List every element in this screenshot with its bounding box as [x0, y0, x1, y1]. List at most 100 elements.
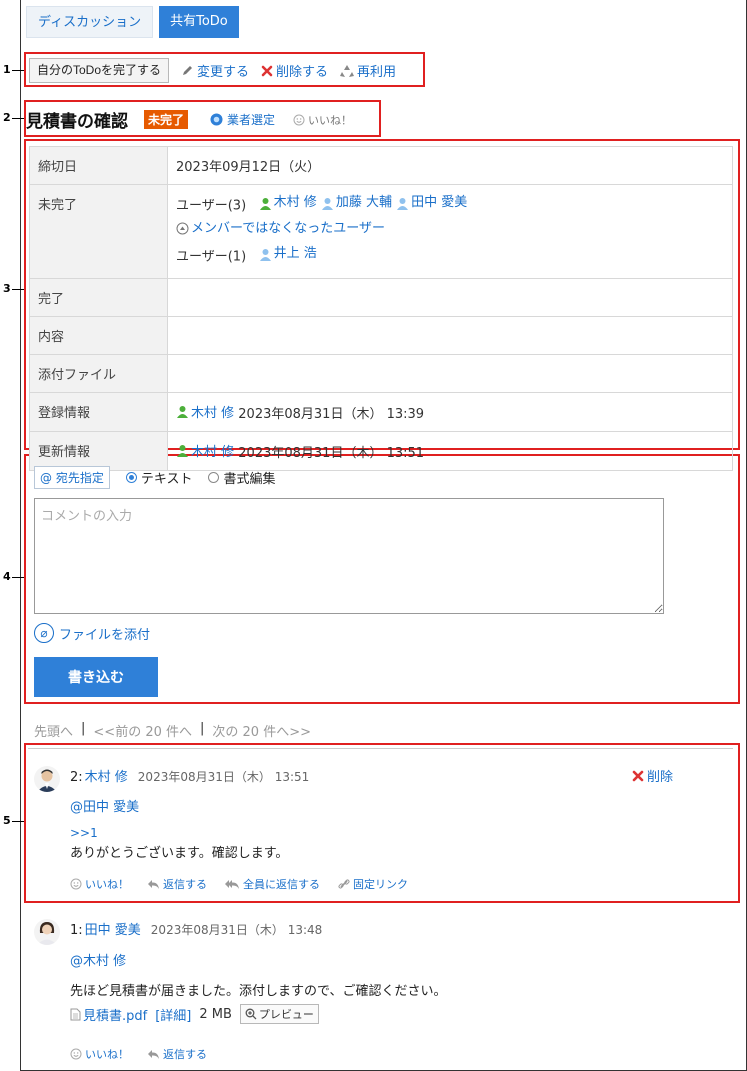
post-delete-label: 削除	[647, 770, 674, 785]
complete-my-todo-button[interactable]: 自分のToDoを完了する	[29, 58, 170, 83]
radio-text[interactable]: テキスト	[125, 468, 192, 487]
post-number: 1:	[70, 923, 83, 938]
attach-file-link[interactable]: ⌀ ファイルを添付	[34, 623, 150, 643]
file-size: 2 MB	[199, 1006, 232, 1022]
like-button[interactable]: いいね！	[70, 876, 129, 892]
deadline-row: 締切日 2023年09月12日（火）	[29, 146, 733, 185]
user-name: 木村 修	[273, 195, 317, 210]
pager-separator: |	[81, 721, 86, 736]
user-link[interactable]: 加藤 大輔	[321, 192, 392, 214]
incomplete-label: 未完了	[29, 184, 168, 279]
file-link[interactable]: 見積書.pdf	[70, 1005, 147, 1024]
avatar	[34, 766, 60, 792]
user-link[interactable]: 木村 修	[176, 441, 234, 460]
tab-discussion[interactable]: ディスカッション	[26, 6, 154, 38]
complete-value	[167, 277, 733, 317]
callout-5: 5	[3, 814, 11, 827]
todo-info-table: 締切日 2023年09月12日（火） 未完了 ユーザー(3) 木村 修 加藤 大…	[29, 146, 733, 471]
callout-line-1	[12, 70, 24, 71]
post-date: 2023年08月31日（木） 13:48	[150, 923, 323, 937]
user-name: 田中 愛美	[411, 195, 468, 210]
post-delete-link[interactable]: 削除	[632, 766, 673, 785]
users1-line: ユーザー(1) 井上 浩	[176, 243, 724, 269]
callout-line-2	[12, 118, 24, 119]
user-link[interactable]: 木村 修	[259, 192, 317, 214]
post-date: 2023年08月31日（木） 13:51	[137, 770, 310, 784]
permalink-button[interactable]: 固定リンク	[338, 876, 408, 892]
reuse-link[interactable]: 再利用	[340, 61, 396, 80]
users3-line: ユーザー(3) 木村 修 加藤 大輔 田中 愛美	[176, 192, 724, 218]
reply-all-button[interactable]: 全員に返信する	[225, 876, 320, 892]
attachment-value	[167, 353, 733, 393]
reply-button[interactable]: 返信する	[147, 876, 207, 892]
page-title: 見積書の確認	[26, 112, 128, 132]
tab-shared-todo[interactable]: 共有ToDo	[159, 6, 239, 38]
user-green-icon	[177, 444, 188, 457]
smile-icon	[293, 114, 305, 125]
radio-dot-selected	[125, 472, 137, 483]
user-link[interactable]: 井上 浩	[259, 243, 317, 265]
pager-prev[interactable]: <<前の 20 件へ	[93, 721, 192, 740]
pager-separator: |	[200, 721, 205, 736]
user-name: 木村 修	[191, 405, 235, 421]
todo-title-row: 見積書の確認 未完了 業者選定 いいね！	[26, 107, 352, 132]
pager-next[interactable]: 次の 20 件へ>>	[212, 721, 311, 740]
reply-label: 返信する	[163, 1048, 207, 1061]
smile-icon	[70, 1048, 82, 1060]
deadline-label: 締切日	[29, 146, 168, 185]
like-button[interactable]: いいね！	[293, 112, 352, 128]
file-detail-link[interactable]: [詳細]	[155, 1005, 191, 1024]
user-link[interactable]: 田中 愛美	[396, 192, 467, 214]
reply-button[interactable]: 返信する	[147, 1046, 207, 1062]
reply-arrow-icon	[148, 1049, 159, 1059]
zoom-icon	[245, 1008, 257, 1020]
ex-member-line: メンバーではなくなったユーザー	[176, 218, 724, 244]
complete-label: 完了	[29, 277, 168, 317]
user-name: 加藤 大輔	[335, 195, 392, 210]
category-link[interactable]: 業者選定	[210, 111, 275, 128]
registered-date: 2023年08月31日（木） 13:39	[238, 406, 425, 422]
radio-rich-label: 書式編集	[223, 472, 276, 487]
delete-link[interactable]: 削除する	[261, 61, 328, 80]
updated-value: 木村 修 2023年08月31日（木） 13:51	[167, 430, 733, 471]
radio-rich-edit[interactable]: 書式編集	[208, 468, 275, 487]
pencil-icon	[183, 66, 193, 75]
users1-label: ユーザー(1)	[176, 249, 247, 265]
like-button[interactable]: いいね！	[70, 1046, 129, 1062]
post-reply-ref[interactable]: >>1	[70, 826, 670, 840]
content-label: 内容	[29, 315, 168, 355]
post-author[interactable]: 田中 愛美	[85, 919, 141, 938]
content-row: 内容	[29, 315, 733, 355]
post-number: 2:	[70, 770, 83, 785]
attach-file-label: ファイルを添付	[59, 627, 151, 643]
preview-button[interactable]: プレビュー	[239, 1004, 319, 1024]
edit-link[interactable]: 変更する	[181, 61, 249, 80]
ex-member-link[interactable]: メンバーではなくなったユーザー	[176, 218, 385, 240]
callout-line-3	[12, 289, 24, 290]
like-label: いいね！	[308, 113, 353, 127]
submit-comment-button[interactable]: 書き込む	[34, 657, 158, 697]
paperclip-icon: ⌀	[34, 623, 54, 643]
post-text: 先ほど見積書が届きました。添付しますので、ご確認ください。	[70, 984, 447, 999]
pager-first[interactable]: 先頭へ	[34, 721, 73, 740]
post-author[interactable]: 木村 修	[85, 766, 128, 785]
comment-form-header: @ 宛先指定 テキスト 書式編集	[34, 466, 275, 489]
attachment-line: 見積書.pdf [詳細] 2 MB プレビュー	[70, 1004, 670, 1024]
callout-4: 4	[3, 570, 11, 583]
post-mention[interactable]: @田中 愛美	[70, 796, 670, 815]
callout-3: 3	[3, 282, 11, 295]
user-name: 井上 浩	[273, 246, 317, 261]
incomplete-users: ユーザー(3) 木村 修 加藤 大輔 田中 愛美 メンバーではなくなったユーザー…	[167, 184, 733, 279]
like-label: いいね！	[85, 878, 129, 891]
specify-recipient-button[interactable]: @ 宛先指定	[34, 466, 110, 489]
recycle-icon	[340, 64, 355, 77]
user-blue-icon	[259, 248, 271, 261]
post-mention[interactable]: @木村 修	[70, 950, 670, 969]
user-link[interactable]: 木村 修	[176, 402, 234, 421]
comment-input[interactable]	[34, 498, 664, 614]
post-footer: いいね！ 返信する	[70, 1046, 670, 1062]
delete-x-icon	[261, 65, 273, 76]
preview-label: プレビュー	[258, 1008, 314, 1021]
updated-row: 更新情報 木村 修 2023年08月31日（木） 13:51	[29, 430, 733, 471]
users3-label: ユーザー(3)	[176, 198, 247, 214]
